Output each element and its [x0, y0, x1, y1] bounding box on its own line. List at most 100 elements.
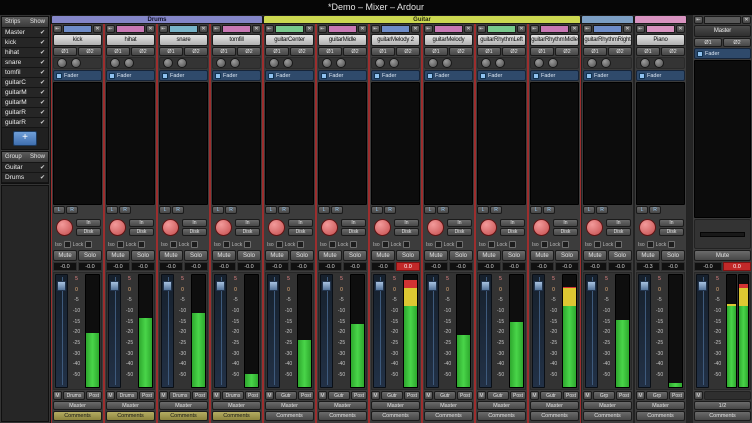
close-strip-button[interactable]: ✕ [742, 16, 751, 24]
strip-color-bar[interactable] [434, 25, 463, 33]
pan-knob[interactable] [480, 219, 497, 236]
processor-box[interactable] [265, 82, 314, 205]
monitor-disk-button[interactable]: Disk [606, 228, 631, 236]
monitor-input-button[interactable]: In [288, 219, 313, 227]
narrow-strip-button[interactable]: ⇤ [318, 25, 327, 33]
midi-button[interactable]: M [318, 391, 327, 400]
strip-color-bar[interactable] [63, 25, 92, 33]
processor-led-icon[interactable] [215, 73, 221, 79]
meter-point-button[interactable]: Post [616, 391, 632, 400]
gain-display[interactable]: -0.0 [477, 262, 501, 271]
solo-iso-button[interactable] [276, 241, 283, 248]
processor-led-icon[interactable] [109, 73, 115, 79]
midi-button[interactable]: M [106, 391, 115, 400]
output-right-button[interactable]: R [490, 206, 502, 214]
solo-button[interactable]: Solo [396, 250, 420, 261]
lock-button[interactable] [138, 241, 145, 248]
solo-iso-button[interactable] [541, 241, 548, 248]
mute-button[interactable]: Mute [159, 250, 183, 261]
lock-button[interactable] [668, 241, 675, 248]
group-button[interactable]: Drums [169, 391, 191, 400]
output-right-button[interactable]: R [649, 206, 661, 214]
trim-knob[interactable] [322, 58, 332, 68]
mute-button[interactable]: Mute [477, 250, 501, 261]
close-strip-button[interactable]: ✕ [570, 25, 579, 33]
strip-color-bar[interactable] [540, 25, 569, 33]
strip-color-bar[interactable] [381, 25, 410, 33]
narrow-strip-button[interactable]: ⇤ [212, 25, 221, 33]
group-tab[interactable] [581, 15, 634, 24]
midi-button[interactable]: M [694, 391, 703, 400]
comments-button[interactable]: Comments [265, 411, 314, 421]
output-left-button[interactable]: L [371, 206, 383, 214]
output-route-button[interactable]: Master [424, 401, 473, 410]
gain-fader[interactable] [161, 274, 174, 388]
input-gain-knob[interactable] [336, 58, 346, 68]
gain-display[interactable]: -0.0 [371, 262, 395, 271]
midi-button[interactable]: M [53, 391, 62, 400]
processor-box[interactable] [318, 82, 367, 205]
check-icon[interactable]: ✔ [40, 109, 45, 116]
solo-iso-button[interactable] [594, 241, 601, 248]
fader-processor-entry[interactable]: Fader [636, 70, 685, 81]
output-left-button[interactable]: L [530, 206, 542, 214]
sidebar-row[interactable]: snare ✔ [2, 58, 48, 68]
gain-fader[interactable] [108, 274, 121, 388]
output-right-button[interactable]: R [172, 206, 184, 214]
processor-led-icon[interactable] [374, 73, 380, 79]
peak-display[interactable]: -0.0 [449, 262, 473, 271]
pan-knob[interactable] [374, 219, 391, 236]
track-name-button[interactable]: tomfill [212, 34, 261, 46]
input-gain-knob[interactable] [601, 58, 611, 68]
gain-fader[interactable] [532, 274, 545, 388]
track-name-button[interactable]: guitarRhythmLeft [477, 34, 526, 46]
solo-iso-button[interactable] [223, 241, 230, 248]
monitor-disk-button[interactable]: Disk [553, 228, 578, 236]
output-right-button[interactable]: R [331, 206, 343, 214]
output-route-button[interactable]: Master [583, 401, 632, 410]
fader-handle[interactable] [481, 281, 490, 291]
processor-box[interactable] [212, 82, 261, 205]
lock-button[interactable] [456, 241, 463, 248]
monitor-disk-button[interactable]: Disk [235, 228, 260, 236]
narrow-strip-button[interactable]: ⇤ [106, 25, 115, 33]
strip-color-bar[interactable] [646, 25, 675, 33]
fader-processor-entry[interactable]: Fader [159, 70, 208, 81]
fader-processor-entry[interactable]: Fader [318, 70, 367, 81]
mute-button[interactable]: Mute [583, 250, 607, 261]
output-route-button[interactable]: Master [106, 401, 155, 410]
output-right-button[interactable]: R [596, 206, 608, 214]
peak-display[interactable]: -0.0 [608, 262, 632, 271]
comments-button[interactable]: Comments [53, 411, 102, 421]
gain-display[interactable]: -0.0 [212, 262, 236, 271]
solo-iso-button[interactable] [488, 241, 495, 248]
mute-button[interactable]: Mute [106, 250, 130, 261]
comments-button[interactable]: Comments [159, 411, 208, 421]
balance-slider[interactable] [694, 219, 751, 249]
check-icon[interactable]: ✔ [40, 79, 45, 86]
gain-fader[interactable] [214, 274, 227, 388]
solo-iso-button[interactable] [64, 241, 71, 248]
mute-button[interactable]: Mute [636, 250, 660, 261]
gain-fader[interactable] [479, 274, 492, 388]
sidebar-row[interactable]: Guitar ✔ [2, 163, 48, 173]
output-right-button[interactable]: R [543, 206, 555, 214]
fader-processor-entry[interactable]: Fader [583, 70, 632, 81]
group-tab-guitar[interactable]: Guitar [263, 15, 581, 24]
close-strip-button[interactable]: ✕ [199, 25, 208, 33]
monitor-input-button[interactable]: In [76, 219, 101, 227]
output-route-button[interactable]: Master [212, 401, 261, 410]
gain-fader[interactable] [267, 274, 280, 388]
close-strip-button[interactable]: ✕ [358, 25, 367, 33]
monitor-input-button[interactable]: In [659, 219, 684, 227]
fader-handle[interactable] [534, 281, 543, 291]
peak-display[interactable]: 0.0 [396, 262, 420, 271]
group-tab-drums[interactable]: Drums [51, 15, 263, 24]
solo-button[interactable]: Solo [502, 250, 526, 261]
processor-led-icon[interactable] [697, 51, 703, 57]
close-strip-button[interactable]: ✕ [305, 25, 314, 33]
processor-box[interactable] [159, 82, 208, 205]
fader-processor-entry[interactable]: Fader [212, 70, 261, 81]
monitor-input-button[interactable]: In [553, 219, 578, 227]
processor-box[interactable] [530, 82, 579, 205]
